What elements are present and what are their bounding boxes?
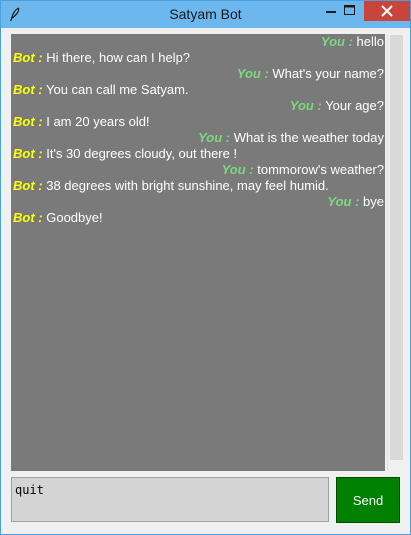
message-text: hello xyxy=(352,34,384,49)
message-text: Your age? xyxy=(321,98,384,113)
speaker-label: You : xyxy=(327,194,360,209)
maximize-button[interactable] xyxy=(337,1,361,21)
message-text: tommorow's weather? xyxy=(253,162,384,177)
scrollbar-thumb[interactable] xyxy=(390,35,403,460)
bot-message: Bot : Goodbye! xyxy=(11,210,385,226)
message-text: You can call me Satyam. xyxy=(42,82,189,97)
title-bar[interactable]: Satyam Bot xyxy=(1,1,410,28)
message-text: bye xyxy=(359,194,384,209)
close-button[interactable] xyxy=(364,1,410,21)
chat-log[interactable]: You : hello Bot : Hi there, how can I hel… xyxy=(11,34,385,471)
message-text: I am 20 years old! xyxy=(42,114,150,129)
speaker-label: Bot : xyxy=(13,178,43,193)
speaker-label: You : xyxy=(320,34,353,49)
message-text: Hi there, how can I help? xyxy=(42,50,191,65)
message-text: What's your name? xyxy=(268,66,384,81)
bot-message: Bot : Hi there, how can I help? xyxy=(11,50,385,66)
message-text: Goodbye! xyxy=(42,210,103,225)
bot-message: Bot : I am 20 years old! xyxy=(11,114,385,130)
user-message: You : What is the weather today xyxy=(11,130,385,146)
chat-scrollbar[interactable] xyxy=(387,34,405,471)
speaker-label: Bot : xyxy=(13,50,43,65)
maximize-icon xyxy=(344,5,355,15)
speaker-label: Bot : xyxy=(13,146,43,161)
speaker-label: You : xyxy=(198,130,231,145)
close-icon xyxy=(381,5,393,17)
bot-message: Bot : You can call me Satyam. xyxy=(11,82,385,98)
user-message: You : hello xyxy=(11,34,385,50)
speaker-label: You : xyxy=(221,162,254,177)
bot-message: Bot : It's 30 degrees cloudy, out there … xyxy=(11,146,385,162)
send-button[interactable]: Send xyxy=(336,477,400,523)
user-message: You : bye xyxy=(11,194,385,210)
bot-message: Bot : 38 degrees with bright sunshine, m… xyxy=(11,178,385,194)
speaker-label: You : xyxy=(289,98,322,113)
user-message: You : What's your name? xyxy=(11,66,385,82)
speaker-label: Bot : xyxy=(13,210,43,225)
speaker-label: Bot : xyxy=(13,82,43,97)
speaker-label: You : xyxy=(236,66,269,81)
message-text: It's 30 degrees cloudy, out there ! xyxy=(42,146,238,161)
user-message: You : tommorow's weather? xyxy=(11,162,385,178)
speaker-label: Bot : xyxy=(13,114,43,129)
message-input[interactable]: quit xyxy=(11,477,329,522)
user-message: You : Your age? xyxy=(11,98,385,114)
chat-window: Satyam Bot You : hello Bot : Hi there, ho… xyxy=(0,0,411,535)
message-text: What is the weather today xyxy=(230,130,384,145)
message-text: 38 degrees with bright sunshine, may fee… xyxy=(42,178,329,193)
